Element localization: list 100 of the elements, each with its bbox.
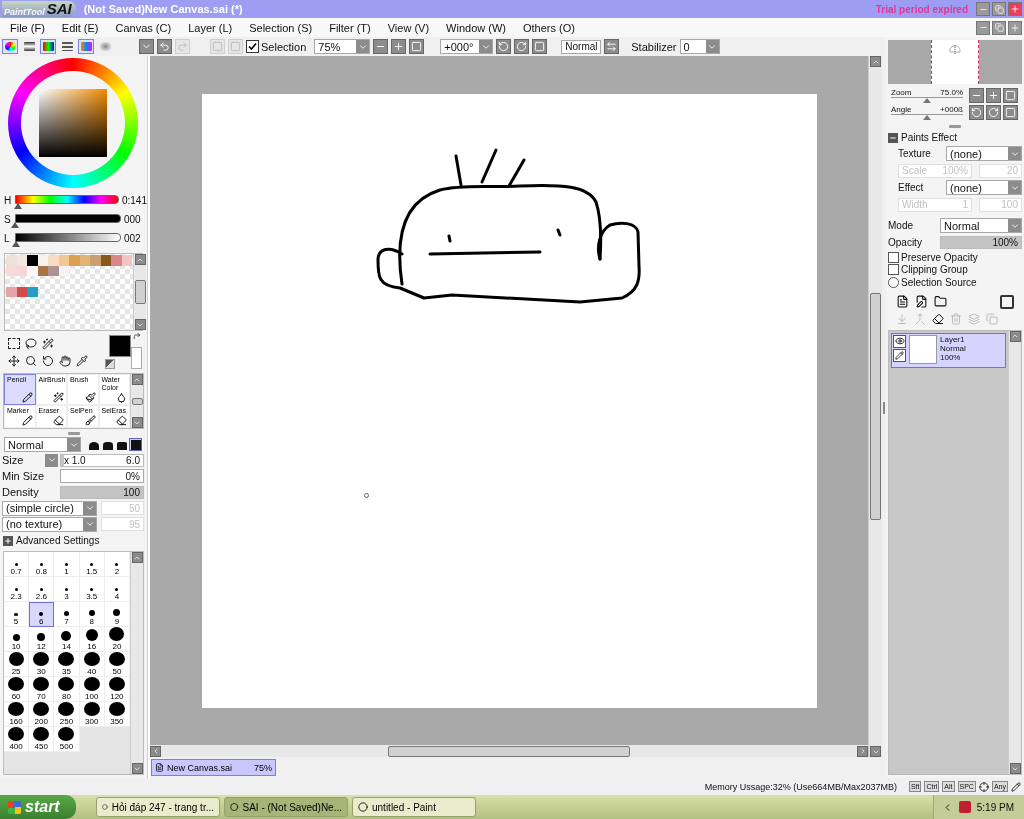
brush-size-button[interactable]: 30 — [29, 652, 55, 677]
size-slider[interactable]: x 1.0 6.0 — [60, 453, 144, 467]
brush-size-button[interactable]: 120 — [104, 677, 130, 702]
selection-checkbox[interactable]: Selection — [246, 40, 307, 53]
brush-size-button[interactable]: 16 — [79, 627, 105, 652]
menu-item[interactable]: File (F) — [10, 21, 45, 34]
opacity-value: 100% — [992, 237, 1018, 248]
section-title: Paints Effect — [901, 132, 957, 143]
brush-size-button[interactable]: 1.5 — [79, 552, 105, 577]
disabled-field: Scale 100% — [898, 163, 972, 178]
brush-size-button[interactable]: 50 — [104, 652, 130, 677]
zoom-dropdown[interactable]: 75% — [314, 39, 371, 54]
layer-name: Layer1 — [940, 334, 965, 344]
brush-size-button[interactable]: 5 — [4, 602, 30, 627]
size-multiplier: x 1.0 — [64, 454, 86, 466]
menu-item[interactable]: Edit (E) — [61, 21, 99, 34]
brush-size-button[interactable]: 300 — [79, 702, 105, 727]
taskbar-button[interactable]: Hỏi đáp 247 - trang tr... — [96, 797, 220, 817]
brush-size-button[interactable]: 250 — [54, 702, 80, 727]
stabilizer-label: Stabilizer — [631, 40, 677, 53]
density-label: Density — [2, 486, 39, 498]
min-size-label: Min Size — [2, 470, 45, 482]
angle-dropdown[interactable]: +000° — [440, 39, 494, 54]
brush-size-button[interactable]: 100 — [79, 677, 105, 702]
brush-size-button[interactable]: 200 — [29, 702, 55, 727]
disabled-field: Width 1 — [898, 197, 972, 212]
slider-reading: 0:141 — [121, 195, 147, 206]
brush-size-button[interactable]: 160 — [4, 702, 30, 727]
effect-dropdown[interactable]: (none) — [946, 180, 1022, 195]
view-slider[interactable]: Zoom 75.0% — [891, 88, 963, 103]
trial-notice: Trial period expired — [875, 3, 968, 15]
brush-size-button[interactable]: 14 — [54, 627, 80, 652]
brush-size-button[interactable]: 350 — [104, 702, 130, 727]
slider-reading: 002 — [124, 233, 141, 244]
taskbar-button[interactable]: untitled - Paint — [352, 797, 476, 817]
slider-label: L — [4, 233, 11, 244]
document-tab[interactable]: New Canvas.sai 75% — [151, 759, 276, 776]
opacity-slider[interactable]: 100% — [940, 236, 1022, 249]
brush-size-button[interactable]: 6 — [29, 602, 55, 627]
size-value: 6.0 — [126, 454, 140, 466]
brush-size-button[interactable]: 25 — [4, 652, 30, 677]
app-logo: PaintTool SAI — [2, 1, 76, 17]
layer-opacity: 100% — [940, 352, 962, 362]
menu-item[interactable]: Canvas (C) — [115, 21, 172, 34]
brush-size-button[interactable]: 80 — [54, 677, 80, 702]
brush-size-button[interactable]: 0.7 — [4, 552, 30, 577]
brush-size-button[interactable]: 9 — [104, 602, 130, 627]
min-size-field[interactable]: 0% — [60, 469, 144, 483]
radio-option[interactable]: Selection Source — [888, 276, 1022, 289]
brush-size-button[interactable]: 12 — [29, 627, 55, 652]
slider-label: S — [4, 214, 12, 225]
brush-size-button[interactable]: 2.3 — [4, 577, 30, 602]
brush-size-button[interactable]: 500 — [54, 727, 80, 752]
opacity-label: Opacity — [888, 237, 922, 248]
slider-reading: 000 — [124, 214, 141, 225]
brush-texture-dropdown[interactable]: (no texture) — [2, 516, 97, 532]
brush-size-button[interactable]: 3 — [54, 577, 80, 602]
mode-label: Mode — [888, 220, 913, 231]
layer-item[interactable]: Layer1 Normal 100% — [891, 332, 1006, 368]
brush-size-button[interactable]: 4 — [104, 577, 130, 602]
checkbox-option[interactable]: Clipping Group — [888, 263, 1022, 276]
brush-size-button[interactable]: 60 — [4, 677, 30, 702]
brush-size-button[interactable]: 2.6 — [29, 577, 55, 602]
disabled-field: 100 — [979, 197, 1022, 212]
menu-item[interactable]: Selection (S) — [249, 21, 313, 34]
density-value: 100 — [123, 486, 140, 498]
shape-strength-field: 50 — [101, 501, 144, 515]
document-zoom: 75% — [254, 762, 272, 773]
brush-shape-dropdown[interactable]: (simple circle) — [2, 500, 97, 516]
menu-item[interactable]: Layer (L) — [188, 21, 233, 34]
menu-item[interactable]: Others (O) — [522, 21, 575, 34]
stabilizer-dropdown[interactable]: 0 — [679, 39, 720, 54]
brush-size-button[interactable]: 400 — [4, 727, 30, 752]
window-title: (Not Saved)New Canvas.sai (*) — [83, 3, 244, 15]
brush-size-button[interactable]: 20 — [104, 627, 130, 652]
brush-size-button[interactable]: 2 — [104, 552, 130, 577]
brush-size-button[interactable]: 70 — [29, 677, 55, 702]
clock: 5:19 PM — [976, 801, 1014, 813]
taskbar-button[interactable]: SAI - (Not Saved)Ne... — [224, 797, 348, 817]
menu-item[interactable]: View (V) — [387, 21, 430, 34]
menu-item[interactable]: Filter (T) — [329, 21, 371, 34]
start-button[interactable]: start — [0, 795, 76, 819]
blend-mode-dropdown[interactable]: Normal — [4, 437, 81, 452]
menu-item[interactable]: Window (W) — [446, 21, 506, 34]
brush-size-button[interactable]: 40 — [79, 652, 105, 677]
brush-size-button[interactable]: 8 — [79, 602, 105, 627]
effect-dropdown[interactable]: (none) — [946, 146, 1022, 161]
brush-size-button[interactable]: 10 — [4, 627, 30, 652]
brush-size-button[interactable]: 35 — [54, 652, 80, 677]
brush-size-button[interactable]: 1 — [54, 552, 80, 577]
layer-mode-dropdown[interactable]: Normal — [940, 218, 1022, 233]
brush-size-button[interactable]: 3.5 — [79, 577, 105, 602]
view-slider[interactable]: Angle +000ß — [891, 105, 963, 120]
brush-size-button[interactable]: 7 — [54, 602, 80, 627]
brush-size-button[interactable]: 0.8 — [29, 552, 55, 577]
advanced-settings-label[interactable]: Advanced Settings — [16, 535, 100, 546]
checkbox-option[interactable]: Preserve Opacity — [888, 251, 1022, 264]
density-slider[interactable]: 100 — [60, 485, 144, 499]
size-label: Size — [2, 454, 24, 466]
brush-size-button[interactable]: 450 — [29, 727, 55, 752]
